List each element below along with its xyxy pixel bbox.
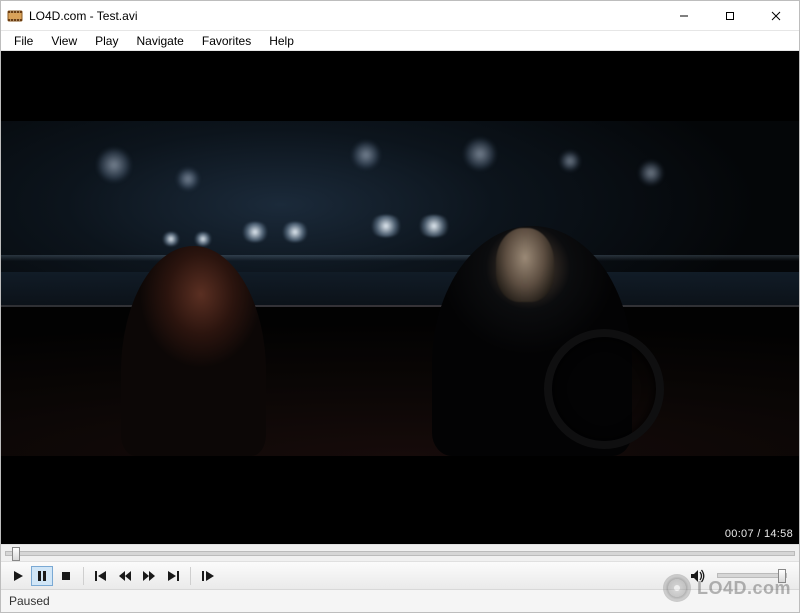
time-overlay: 00:07 / 14:58 bbox=[725, 528, 793, 540]
seek-thumb[interactable] bbox=[12, 547, 20, 561]
video-viewport[interactable]: 00:07 / 14:58 bbox=[1, 51, 799, 544]
menu-view[interactable]: View bbox=[42, 32, 86, 50]
menu-help[interactable]: Help bbox=[260, 32, 303, 50]
menu-file[interactable]: File bbox=[5, 32, 42, 50]
menu-play[interactable]: Play bbox=[86, 32, 127, 50]
title-bar: LO4D.com - Test.avi bbox=[1, 1, 799, 31]
close-button[interactable] bbox=[753, 1, 799, 30]
menu-favorites[interactable]: Favorites bbox=[193, 32, 260, 50]
separator bbox=[190, 567, 191, 585]
fast-forward-button[interactable] bbox=[138, 566, 160, 586]
app-window: LO4D.com - Test.avi File View Play Navig… bbox=[0, 0, 800, 613]
status-text: Paused bbox=[9, 594, 50, 608]
status-bar: Paused bbox=[1, 590, 799, 612]
seek-track[interactable] bbox=[5, 551, 795, 556]
separator bbox=[83, 567, 84, 585]
play-button[interactable] bbox=[7, 566, 29, 586]
window-title: LO4D.com - Test.avi bbox=[29, 9, 661, 23]
app-icon bbox=[7, 8, 23, 24]
current-time: 00:07 bbox=[725, 528, 754, 540]
frame-step-button[interactable] bbox=[197, 566, 219, 586]
total-time: 14:58 bbox=[764, 528, 793, 540]
skip-forward-button[interactable] bbox=[162, 566, 184, 586]
seek-bar[interactable] bbox=[1, 544, 799, 562]
menu-navigate[interactable]: Navigate bbox=[127, 32, 192, 50]
volume-icon[interactable] bbox=[687, 566, 709, 586]
video-frame bbox=[1, 121, 799, 456]
pause-button[interactable] bbox=[31, 566, 53, 586]
minimize-button[interactable] bbox=[661, 1, 707, 30]
rewind-button[interactable] bbox=[114, 566, 136, 586]
stop-button[interactable] bbox=[55, 566, 77, 586]
menu-bar: File View Play Navigate Favorites Help bbox=[1, 31, 799, 51]
playback-controls bbox=[1, 562, 799, 590]
skip-back-button[interactable] bbox=[90, 566, 112, 586]
window-controls bbox=[661, 1, 799, 30]
maximize-button[interactable] bbox=[707, 1, 753, 30]
volume-thumb[interactable] bbox=[778, 569, 786, 583]
volume-slider[interactable] bbox=[717, 573, 787, 578]
